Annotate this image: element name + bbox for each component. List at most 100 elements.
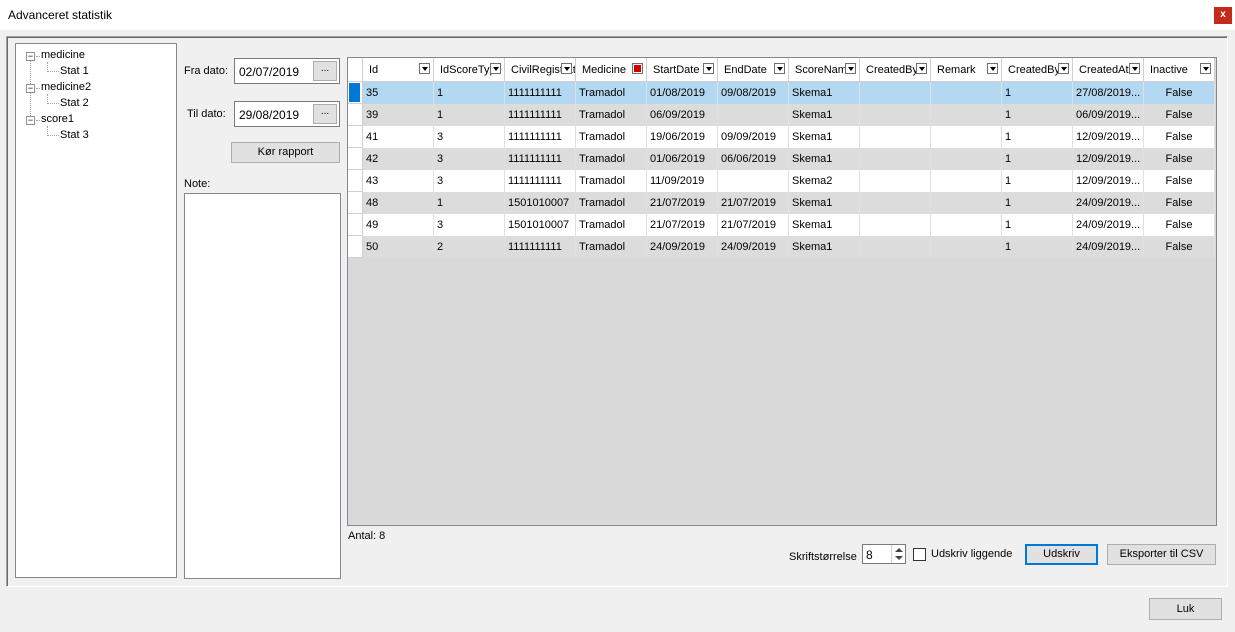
table-cell[interactable]: 24/09/2019... (1073, 236, 1144, 258)
grid-corner[interactable] (348, 58, 363, 82)
table-cell[interactable]: 12/09/2019... (1073, 148, 1144, 170)
row-header[interactable] (348, 104, 363, 126)
table-cell[interactable] (860, 236, 931, 258)
table-row[interactable]: 39 1 1111111111 Tramadol 06/09/2019 Skema1 1 06… (348, 104, 1215, 126)
table-cell[interactable]: 1 (1002, 214, 1073, 236)
table-cell[interactable]: 27/08/2019... (1073, 82, 1144, 104)
table-cell[interactable]: 1 (434, 104, 505, 126)
table-cell[interactable]: 49 (363, 214, 434, 236)
column-header[interactable]: ScoreName (789, 58, 860, 82)
table-cell[interactable]: 3 (434, 148, 505, 170)
table-cell[interactable] (931, 126, 1002, 148)
from-date-picker-button[interactable]: ... (313, 61, 337, 81)
column-header[interactable]: CreatedAt (1073, 58, 1144, 82)
table-cell[interactable]: 1111111111 (505, 148, 576, 170)
column-header[interactable]: IdScoreType (434, 58, 505, 82)
table-cell[interactable]: Tramadol (576, 170, 647, 192)
row-header[interactable] (348, 192, 363, 214)
table-cell[interactable]: Tramadol (576, 148, 647, 170)
table-cell[interactable]: Skema1 (789, 192, 860, 214)
table-cell[interactable]: 1501010007 (505, 214, 576, 236)
font-size-stepper[interactable]: 8 (862, 544, 906, 564)
table-cell[interactable]: 48 (363, 192, 434, 214)
tree-node-medicine2[interactable]: medicine2 (41, 81, 91, 93)
export-csv-button[interactable]: Eksporter til CSV (1107, 544, 1216, 565)
table-cell[interactable]: 01/08/2019 (647, 82, 718, 104)
table-cell[interactable] (931, 82, 1002, 104)
table-row[interactable]: 50 2 1111111111 Tramadol 24/09/2019 24/09/201… (348, 236, 1215, 258)
table-cell[interactable]: 1 (1002, 170, 1073, 192)
table-cell[interactable]: Tramadol (576, 214, 647, 236)
collapse-icon[interactable]: − (26, 116, 35, 125)
row-header[interactable] (348, 126, 363, 148)
table-cell[interactable]: False (1144, 148, 1215, 170)
table-cell[interactable]: 21/07/2019 (647, 214, 718, 236)
column-header[interactable]: EndDate (718, 58, 789, 82)
table-cell[interactable] (860, 170, 931, 192)
table-cell[interactable]: False (1144, 170, 1215, 192)
spin-down-icon[interactable] (895, 556, 903, 560)
table-cell[interactable]: 24/09/2019... (1073, 214, 1144, 236)
table-cell[interactable]: 24/09/2019... (1073, 192, 1144, 214)
table-cell[interactable]: 1 (1002, 236, 1073, 258)
table-cell[interactable]: 12/09/2019... (1073, 170, 1144, 192)
filter-dropdown-icon[interactable] (1058, 63, 1069, 74)
row-header[interactable] (348, 170, 363, 192)
table-cell[interactable]: 1 (1002, 126, 1073, 148)
table-cell[interactable]: 12/09/2019... (1073, 126, 1144, 148)
filter-dropdown-icon[interactable] (561, 63, 572, 74)
table-cell[interactable]: 21/07/2019 (718, 214, 789, 236)
table-cell[interactable]: 1 (434, 192, 505, 214)
to-date-field[interactable]: 29/08/2019 ... (234, 101, 340, 127)
tree-node-medicine[interactable]: medicine (41, 49, 85, 61)
print-button[interactable]: Udskriv (1025, 544, 1098, 565)
table-cell[interactable]: Skema1 (789, 214, 860, 236)
table-cell[interactable]: False (1144, 236, 1215, 258)
run-report-button[interactable]: Kør rapport (231, 142, 340, 163)
table-cell[interactable]: False (1144, 126, 1215, 148)
table-cell[interactable]: 42 (363, 148, 434, 170)
table-cell[interactable] (860, 126, 931, 148)
table-cell[interactable]: 43 (363, 170, 434, 192)
table-cell[interactable]: 11/09/2019 (647, 170, 718, 192)
table-cell[interactable]: 1111111111 (505, 236, 576, 258)
table-cell[interactable]: 1 (1002, 192, 1073, 214)
to-date-picker-button[interactable]: ... (313, 104, 337, 124)
close-button[interactable]: Luk (1149, 598, 1222, 620)
column-header[interactable]: CivilRegistrationNumber (505, 58, 576, 82)
table-cell[interactable]: 41 (363, 126, 434, 148)
table-cell[interactable] (931, 214, 1002, 236)
table-row[interactable]: 43 3 1111111111 Tramadol 11/09/2019 Skema2 1 12… (348, 170, 1215, 192)
tree-node-score1[interactable]: score1 (41, 113, 74, 125)
table-cell[interactable]: 1 (1002, 148, 1073, 170)
table-cell[interactable]: Skema1 (789, 126, 860, 148)
filter-dropdown-icon[interactable] (987, 63, 998, 74)
table-cell[interactable]: Skema1 (789, 236, 860, 258)
table-cell[interactable]: Tramadol (576, 104, 647, 126)
row-header[interactable] (348, 148, 363, 170)
spin-up-icon[interactable] (895, 548, 903, 552)
table-cell[interactable]: 21/07/2019 (718, 192, 789, 214)
table-cell[interactable] (860, 148, 931, 170)
column-header[interactable]: Id (363, 58, 434, 82)
column-header[interactable]: CreatedBy (1002, 58, 1073, 82)
table-row[interactable]: 48 1 1501010007 Tramadol 21/07/2019 21/07/201… (348, 192, 1215, 214)
table-cell[interactable]: 24/09/2019 (718, 236, 789, 258)
table-cell[interactable]: Skema1 (789, 148, 860, 170)
table-cell[interactable]: 3 (434, 126, 505, 148)
table-cell[interactable]: Skema2 (789, 170, 860, 192)
column-header[interactable]: Remark (931, 58, 1002, 82)
table-cell[interactable]: 1111111111 (505, 82, 576, 104)
collapse-icon[interactable]: − (26, 84, 35, 93)
spinner-arrows-icon[interactable] (891, 545, 905, 563)
table-cell[interactable]: Tramadol (576, 126, 647, 148)
table-cell[interactable]: 39 (363, 104, 434, 126)
table-cell[interactable]: 1501010007 (505, 192, 576, 214)
table-cell[interactable]: 1 (1002, 104, 1073, 126)
filter-dropdown-icon[interactable] (1200, 63, 1211, 74)
table-cell[interactable] (718, 104, 789, 126)
table-cell[interactable]: 06/09/2019... (1073, 104, 1144, 126)
filter-dropdown-icon[interactable] (490, 63, 501, 74)
table-cell[interactable]: Tramadol (576, 82, 647, 104)
report-tree[interactable]: − medicine Stat 1 − medicine2 Stat 2 − s… (15, 43, 177, 578)
